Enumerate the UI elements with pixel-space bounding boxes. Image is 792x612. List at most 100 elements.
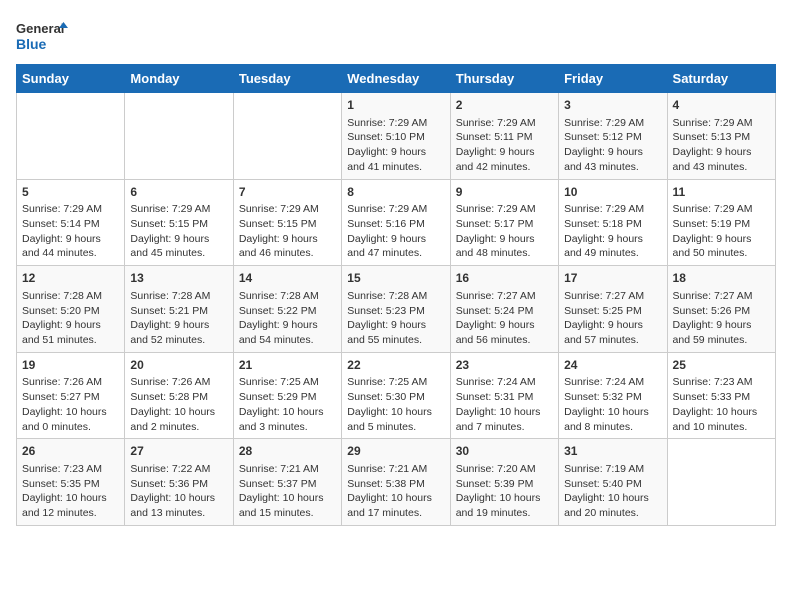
calendar-day-9: 9Sunrise: 7:29 AMSunset: 5:17 PMDaylight… (450, 179, 558, 266)
calendar-day-28: 28Sunrise: 7:21 AMSunset: 5:37 PMDayligh… (233, 439, 341, 526)
calendar-day-19: 19Sunrise: 7:26 AMSunset: 5:27 PMDayligh… (17, 352, 125, 439)
day-detail: Sunset: 5:12 PM (564, 130, 661, 145)
day-detail: Sunrise: 7:21 AM (239, 462, 336, 477)
weekday-header-saturday: Saturday (667, 65, 775, 93)
day-detail: Sunset: 5:26 PM (673, 304, 770, 319)
calendar-day-14: 14Sunrise: 7:28 AMSunset: 5:22 PMDayligh… (233, 266, 341, 353)
day-detail: and 41 minutes. (347, 160, 444, 175)
day-detail: Daylight: 9 hours (456, 232, 553, 247)
day-number: 1 (347, 97, 444, 114)
day-number: 24 (564, 357, 661, 374)
day-detail: Daylight: 10 hours (347, 405, 444, 420)
day-detail: and 3 minutes. (239, 420, 336, 435)
day-detail: and 8 minutes. (564, 420, 661, 435)
day-detail: Daylight: 10 hours (130, 405, 227, 420)
day-detail: and 56 minutes. (456, 333, 553, 348)
calendar-week-row: 26Sunrise: 7:23 AMSunset: 5:35 PMDayligh… (17, 439, 776, 526)
day-detail: Sunset: 5:22 PM (239, 304, 336, 319)
header: General Blue (16, 16, 776, 56)
calendar-day-empty (17, 93, 125, 180)
weekday-header-row: SundayMondayTuesdayWednesdayThursdayFrid… (17, 65, 776, 93)
day-detail: Daylight: 10 hours (239, 491, 336, 506)
day-detail: and 43 minutes. (564, 160, 661, 175)
calendar-day-6: 6Sunrise: 7:29 AMSunset: 5:15 PMDaylight… (125, 179, 233, 266)
day-number: 29 (347, 443, 444, 460)
day-detail: Sunset: 5:20 PM (22, 304, 119, 319)
day-detail: and 17 minutes. (347, 506, 444, 521)
day-detail: and 43 minutes. (673, 160, 770, 175)
day-detail: Sunset: 5:35 PM (22, 477, 119, 492)
calendar-day-8: 8Sunrise: 7:29 AMSunset: 5:16 PMDaylight… (342, 179, 450, 266)
day-detail: Daylight: 9 hours (239, 318, 336, 333)
day-detail: Sunrise: 7:23 AM (673, 375, 770, 390)
day-detail: Sunset: 5:14 PM (22, 217, 119, 232)
day-detail: Sunrise: 7:29 AM (347, 202, 444, 217)
day-detail: Sunrise: 7:24 AM (564, 375, 661, 390)
day-number: 19 (22, 357, 119, 374)
day-number: 12 (22, 270, 119, 287)
day-detail: Daylight: 9 hours (347, 318, 444, 333)
day-detail: and 19 minutes. (456, 506, 553, 521)
calendar-day-31: 31Sunrise: 7:19 AMSunset: 5:40 PMDayligh… (559, 439, 667, 526)
day-detail: Daylight: 9 hours (456, 318, 553, 333)
weekday-header-wednesday: Wednesday (342, 65, 450, 93)
calendar-day-25: 25Sunrise: 7:23 AMSunset: 5:33 PMDayligh… (667, 352, 775, 439)
weekday-header-thursday: Thursday (450, 65, 558, 93)
day-number: 17 (564, 270, 661, 287)
calendar-table: SundayMondayTuesdayWednesdayThursdayFrid… (16, 64, 776, 526)
calendar-day-21: 21Sunrise: 7:25 AMSunset: 5:29 PMDayligh… (233, 352, 341, 439)
calendar-week-row: 5Sunrise: 7:29 AMSunset: 5:14 PMDaylight… (17, 179, 776, 266)
day-number: 22 (347, 357, 444, 374)
calendar-day-2: 2Sunrise: 7:29 AMSunset: 5:11 PMDaylight… (450, 93, 558, 180)
day-number: 13 (130, 270, 227, 287)
day-detail: Daylight: 10 hours (22, 491, 119, 506)
day-detail: Daylight: 10 hours (22, 405, 119, 420)
calendar-day-17: 17Sunrise: 7:27 AMSunset: 5:25 PMDayligh… (559, 266, 667, 353)
day-number: 16 (456, 270, 553, 287)
day-number: 25 (673, 357, 770, 374)
day-detail: Sunset: 5:13 PM (673, 130, 770, 145)
day-detail: Daylight: 10 hours (130, 491, 227, 506)
day-detail: and 55 minutes. (347, 333, 444, 348)
day-detail: and 7 minutes. (456, 420, 553, 435)
day-detail: Sunset: 5:21 PM (130, 304, 227, 319)
day-detail: Sunset: 5:39 PM (456, 477, 553, 492)
day-detail: Sunset: 5:24 PM (456, 304, 553, 319)
day-detail: Sunset: 5:38 PM (347, 477, 444, 492)
day-detail: Daylight: 10 hours (673, 405, 770, 420)
day-detail: Sunset: 5:40 PM (564, 477, 661, 492)
day-detail: Sunrise: 7:29 AM (564, 202, 661, 217)
calendar-day-5: 5Sunrise: 7:29 AMSunset: 5:14 PMDaylight… (17, 179, 125, 266)
day-detail: and 47 minutes. (347, 246, 444, 261)
day-number: 10 (564, 184, 661, 201)
day-detail: Sunset: 5:15 PM (239, 217, 336, 232)
day-number: 26 (22, 443, 119, 460)
day-detail: Daylight: 9 hours (130, 318, 227, 333)
day-detail: Sunrise: 7:27 AM (673, 289, 770, 304)
day-detail: Sunset: 5:10 PM (347, 130, 444, 145)
calendar-day-4: 4Sunrise: 7:29 AMSunset: 5:13 PMDaylight… (667, 93, 775, 180)
calendar-day-30: 30Sunrise: 7:20 AMSunset: 5:39 PMDayligh… (450, 439, 558, 526)
day-detail: Daylight: 9 hours (673, 145, 770, 160)
day-detail: Sunset: 5:37 PM (239, 477, 336, 492)
day-detail: and 51 minutes. (22, 333, 119, 348)
day-number: 3 (564, 97, 661, 114)
calendar-day-10: 10Sunrise: 7:29 AMSunset: 5:18 PMDayligh… (559, 179, 667, 266)
day-detail: Sunrise: 7:20 AM (456, 462, 553, 477)
calendar-week-row: 12Sunrise: 7:28 AMSunset: 5:20 PMDayligh… (17, 266, 776, 353)
day-detail: and 2 minutes. (130, 420, 227, 435)
day-detail: Sunrise: 7:28 AM (22, 289, 119, 304)
calendar-day-29: 29Sunrise: 7:21 AMSunset: 5:38 PMDayligh… (342, 439, 450, 526)
day-detail: Sunset: 5:17 PM (456, 217, 553, 232)
day-detail: Daylight: 9 hours (22, 318, 119, 333)
calendar-day-7: 7Sunrise: 7:29 AMSunset: 5:15 PMDaylight… (233, 179, 341, 266)
day-detail: Sunrise: 7:28 AM (130, 289, 227, 304)
day-detail: Sunset: 5:30 PM (347, 390, 444, 405)
day-detail: and 15 minutes. (239, 506, 336, 521)
day-detail: and 10 minutes. (673, 420, 770, 435)
weekday-header-monday: Monday (125, 65, 233, 93)
day-number: 20 (130, 357, 227, 374)
day-detail: Daylight: 9 hours (239, 232, 336, 247)
day-number: 2 (456, 97, 553, 114)
day-detail: and 54 minutes. (239, 333, 336, 348)
